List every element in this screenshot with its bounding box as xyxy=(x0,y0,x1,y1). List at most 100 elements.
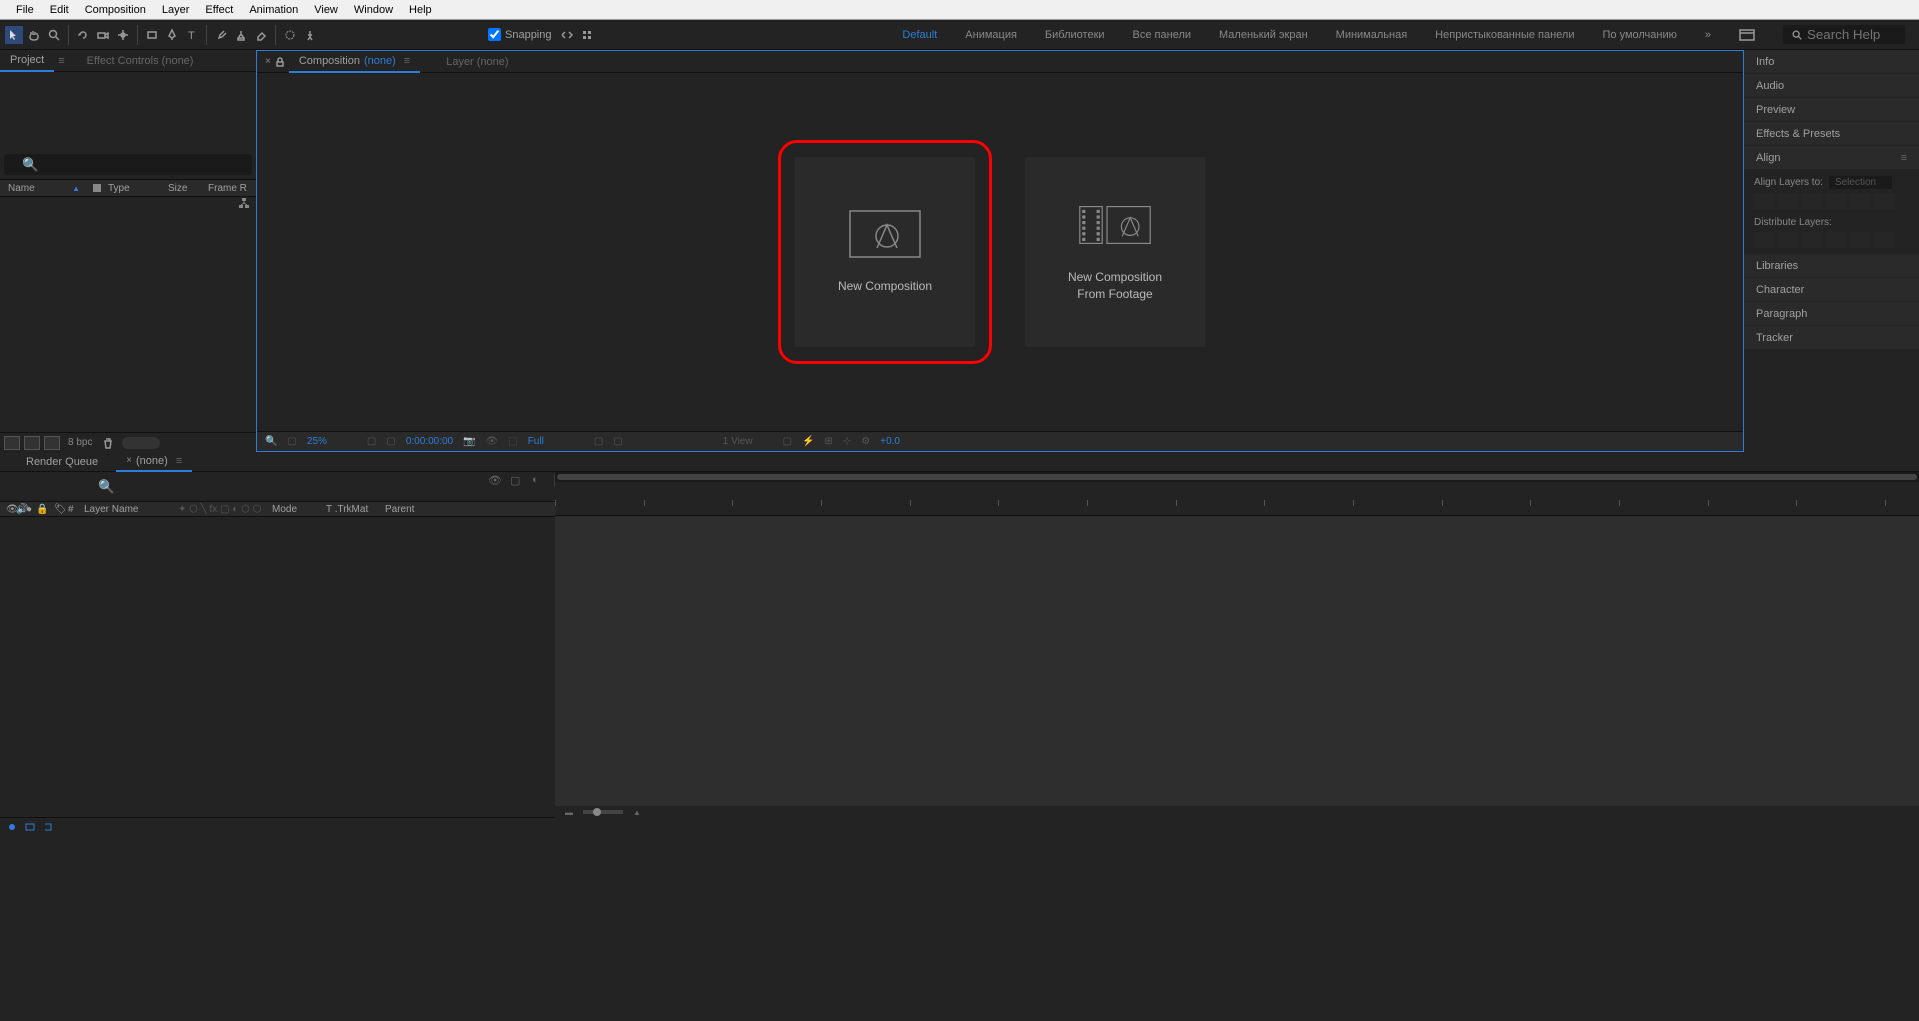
menu-effect[interactable]: Effect xyxy=(197,4,241,16)
comp-menu-icon[interactable]: ≡ xyxy=(404,55,410,67)
toggle-alpha-icon[interactable]: ▢ xyxy=(287,436,296,447)
snap-option-icon[interactable] xyxy=(558,26,576,44)
timeline-track-area[interactable] xyxy=(555,516,1919,806)
workspace-minimal[interactable]: Минимальная xyxy=(1336,29,1408,41)
snapshot-icon[interactable]: 📷 xyxy=(463,436,475,447)
workspace-smallscreen[interactable]: Маленький экран xyxy=(1219,29,1308,41)
selection-tool-icon[interactable] xyxy=(5,26,23,44)
rectangle-tool-icon[interactable] xyxy=(143,26,161,44)
show-snapshot-icon[interactable]: 👁 xyxy=(486,436,499,447)
timeline-ruler[interactable] xyxy=(555,482,1919,516)
pan-behind-tool-icon[interactable] xyxy=(114,26,132,44)
snapping-input[interactable] xyxy=(488,28,501,41)
workspace-bydefault[interactable]: По умолчанию xyxy=(1602,29,1676,41)
exposure-reset-icon[interactable]: ⚙ xyxy=(861,436,870,447)
workspace-undocked[interactable]: Непристыкованные панели xyxy=(1435,29,1574,41)
camera-tool-icon[interactable] xyxy=(94,26,112,44)
dist-bottom-icon[interactable] xyxy=(1802,232,1822,248)
brush-tool-icon[interactable] xyxy=(212,26,230,44)
motion-blur-icon[interactable]: ◐ xyxy=(532,474,546,488)
text-tool-icon[interactable]: T xyxy=(183,26,201,44)
delete-icon[interactable] xyxy=(102,437,114,449)
tab-timeline-none[interactable]: × (none) ≡ xyxy=(116,452,192,472)
tab-layer[interactable]: Layer (none) xyxy=(436,52,518,72)
zoom-value[interactable]: 25% xyxy=(307,436,327,447)
align-selection-dropdown[interactable]: Selection xyxy=(1829,176,1892,189)
panel-paragraph[interactable]: Paragraph xyxy=(1744,302,1919,325)
zoom-tool-icon[interactable] xyxy=(45,26,63,44)
magnification-icon[interactable]: 🔍 xyxy=(265,436,277,447)
timeline-work-area[interactable] xyxy=(555,472,1919,482)
region-icon[interactable]: ⬚ xyxy=(508,436,517,447)
snapping-checkbox[interactable]: Snapping xyxy=(488,28,552,41)
timecode[interactable]: 0:00:00:00 xyxy=(406,436,453,447)
resolution-icon[interactable]: ▢ xyxy=(367,436,376,447)
3d-view-icon[interactable]: ▢ xyxy=(613,436,622,447)
zoom-in-icon[interactable]: ▲ xyxy=(633,808,641,817)
search-help-input[interactable] xyxy=(1807,27,1897,42)
toggle-in-out-icon[interactable] xyxy=(42,821,54,833)
new-comp-icon[interactable] xyxy=(44,436,60,450)
workspace-animation[interactable]: Анимация xyxy=(965,29,1017,41)
resolution-label[interactable]: Full xyxy=(528,436,544,447)
col-num[interactable]: # xyxy=(68,504,80,515)
lock-icon[interactable] xyxy=(275,57,285,67)
channel-icon[interactable]: ▢ xyxy=(386,436,395,447)
menu-composition[interactable]: Composition xyxy=(77,4,154,16)
timeline-icon[interactable]: ⊞ xyxy=(824,436,832,447)
workspace-default[interactable]: Default xyxy=(902,29,937,41)
project-scrubber[interactable] xyxy=(122,437,160,449)
dist-top-icon[interactable] xyxy=(1754,232,1774,248)
panel-tracker[interactable]: Tracker xyxy=(1744,326,1919,349)
timeline-close-icon[interactable]: × xyxy=(126,455,132,466)
toggle-modes-icon[interactable] xyxy=(24,821,36,833)
workspace-allpanels[interactable]: Все панели xyxy=(1133,29,1191,41)
frame-blend-icon[interactable]: ▢ xyxy=(510,474,524,488)
workspace-reset-icon[interactable] xyxy=(1739,29,1755,41)
clone-stamp-tool-icon[interactable] xyxy=(232,26,250,44)
zoom-out-icon[interactable]: ▬ xyxy=(565,808,573,817)
dist-hcenter-icon[interactable] xyxy=(1850,232,1870,248)
panel-effects-presets[interactable]: Effects & Presets xyxy=(1744,122,1919,145)
search-help[interactable] xyxy=(1783,25,1905,44)
snap-option2-icon[interactable] xyxy=(578,26,596,44)
align-vcenter-icon[interactable] xyxy=(1850,193,1870,209)
project-menu-icon[interactable]: ≡ xyxy=(58,55,64,67)
dist-vcenter-icon[interactable] xyxy=(1778,232,1798,248)
tab-composition[interactable]: Composition (none) ≡ xyxy=(289,51,420,73)
timeline-menu-icon[interactable]: ≡ xyxy=(176,455,182,467)
transparency-icon[interactable]: ▢ xyxy=(594,436,603,447)
menu-window[interactable]: Window xyxy=(346,4,401,16)
tab-render-queue[interactable]: Render Queue xyxy=(16,453,108,471)
new-composition-from-footage-card[interactable]: New Composition From Footage xyxy=(1025,157,1205,347)
zoom-slider[interactable] xyxy=(583,810,623,814)
exposure-value[interactable]: +0.0 xyxy=(880,436,900,447)
tab-project[interactable]: Project xyxy=(0,50,54,72)
new-folder-icon[interactable] xyxy=(24,436,40,450)
shy-icon[interactable]: 👁 xyxy=(488,474,502,488)
rotobrush-tool-icon[interactable] xyxy=(281,26,299,44)
timeline-search-input[interactable] xyxy=(90,476,390,497)
align-left-icon[interactable] xyxy=(1754,193,1774,209)
col-name[interactable]: Name xyxy=(8,183,72,194)
panel-preview[interactable]: Preview xyxy=(1744,98,1919,121)
interpret-footage-icon[interactable] xyxy=(4,436,20,450)
col-parent[interactable]: Parent xyxy=(385,504,435,515)
align-menu-icon[interactable]: ≡ xyxy=(1901,152,1907,164)
hand-tool-icon[interactable] xyxy=(25,26,43,44)
align-hcenter-icon[interactable] xyxy=(1778,193,1798,209)
dist-left-icon[interactable] xyxy=(1826,232,1846,248)
panel-info[interactable]: Info xyxy=(1744,50,1919,73)
col-mode[interactable]: Mode xyxy=(272,504,322,515)
menu-help[interactable]: Help xyxy=(401,4,440,16)
pen-tool-icon[interactable] xyxy=(163,26,181,44)
panel-libraries[interactable]: Libraries xyxy=(1744,254,1919,277)
menu-file[interactable]: File xyxy=(8,4,42,16)
project-search-input[interactable] xyxy=(4,154,252,175)
pixel-aspect-icon[interactable]: ▢ xyxy=(783,436,792,447)
rotation-tool-icon[interactable] xyxy=(74,26,92,44)
bpc-label[interactable]: 8 bpc xyxy=(68,437,92,448)
menu-view[interactable]: View xyxy=(306,4,346,16)
flowchart-icon[interactable]: ⊹ xyxy=(843,436,851,447)
workspace-overflow-icon[interactable]: » xyxy=(1705,29,1711,41)
